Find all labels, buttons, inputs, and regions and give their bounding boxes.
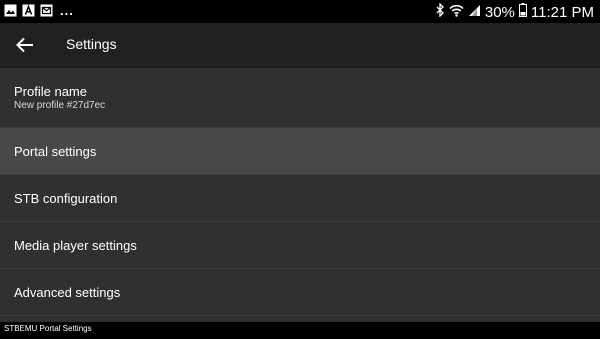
mail-icon <box>40 4 53 17</box>
wifi-icon <box>449 4 464 22</box>
portal-settings-item[interactable]: Portal settings <box>0 128 600 175</box>
media-player-settings-label: Media player settings <box>14 237 137 253</box>
profile-name-value: New profile #27d7ec <box>14 100 106 111</box>
stb-configuration-label: STB configuration <box>14 190 118 206</box>
page-title: Settings <box>66 36 117 52</box>
portal-settings-label: Portal settings <box>14 143 97 159</box>
text-a-icon <box>22 4 35 17</box>
toast-message: STBEMU Portal Settings <box>0 322 600 339</box>
signal-icon <box>468 4 481 22</box>
clock: 11:21 PM <box>530 4 594 21</box>
gallery-icon <box>4 4 17 17</box>
advanced-settings-label: Advanced settings <box>14 284 121 300</box>
more-notifications: ... <box>60 3 74 18</box>
advanced-settings-item[interactable]: Advanced settings <box>0 269 600 316</box>
system-status: 30% 11:21 PM <box>436 2 594 22</box>
profile-name-title: Profile name <box>14 84 87 99</box>
app-bar: Settings <box>0 23 600 68</box>
settings-list: Profile name New profile #27d7ec Portal … <box>0 68 600 316</box>
profile-name-setting[interactable]: Profile name New profile #27d7ec <box>0 68 600 128</box>
battery-icon <box>518 3 527 22</box>
notification-icons: ... <box>4 4 74 17</box>
stb-configuration-item[interactable]: STB configuration <box>0 175 600 222</box>
media-player-settings-item[interactable]: Media player settings <box>0 222 600 269</box>
back-button[interactable] <box>14 34 36 56</box>
arrow-back-icon <box>16 37 33 53</box>
battery-percent: 30% <box>484 4 515 21</box>
status-bar: ... 30% 11:21 PM <box>0 0 600 23</box>
bluetooth-icon <box>436 2 445 22</box>
